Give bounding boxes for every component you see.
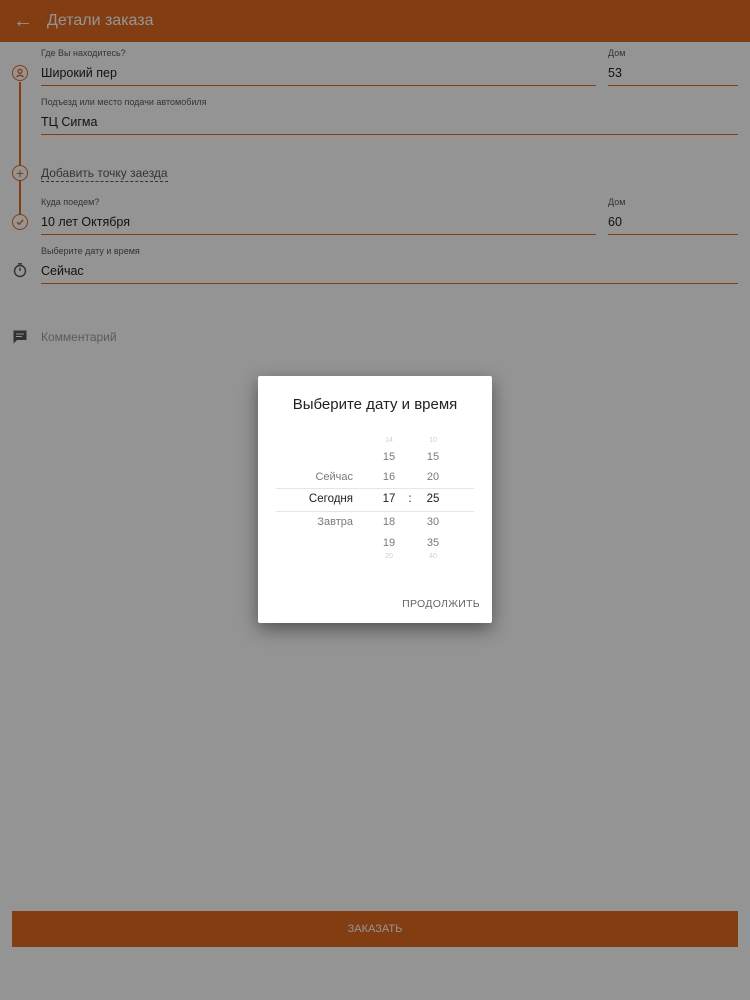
day-option-today[interactable]: Сегодня (298, 493, 368, 505)
hour-option[interactable]: 19 (377, 537, 401, 549)
minute-option[interactable]: 15 (421, 451, 445, 463)
minute-option-selected[interactable]: 25 (421, 493, 445, 505)
datetime-picker-dialog: Выберите дату и время Сейчас Сегодня Зав… (258, 376, 492, 623)
minute-option[interactable]: 40 (421, 553, 445, 560)
minute-option[interactable]: 10 (421, 437, 445, 444)
minute-option[interactable]: 35 (421, 537, 445, 549)
hour-option-selected[interactable]: 17 (377, 493, 401, 505)
day-option-now[interactable]: Сейчас (298, 471, 368, 483)
datetime-picker: Сейчас Сегодня Завтра 14 15 16 17 18 19 … (258, 431, 492, 566)
hour-option[interactable]: 16 (377, 471, 401, 483)
continue-button[interactable]: ПРОДОЛЖИТЬ (402, 598, 480, 610)
hour-option[interactable]: 18 (377, 516, 401, 528)
day-option-tomorrow[interactable]: Завтра (298, 516, 368, 528)
minute-option[interactable]: 20 (421, 471, 445, 483)
selection-line-top (276, 488, 474, 489)
dialog-title: Выберите дату и время (292, 396, 458, 413)
hour-option[interactable]: 15 (377, 451, 401, 463)
hour-option[interactable]: 14 (377, 437, 401, 444)
selection-line-bottom (276, 511, 474, 512)
hour-option[interactable]: 20 (377, 553, 401, 560)
minute-option[interactable]: 30 (421, 516, 445, 528)
time-separator: : (408, 493, 412, 505)
